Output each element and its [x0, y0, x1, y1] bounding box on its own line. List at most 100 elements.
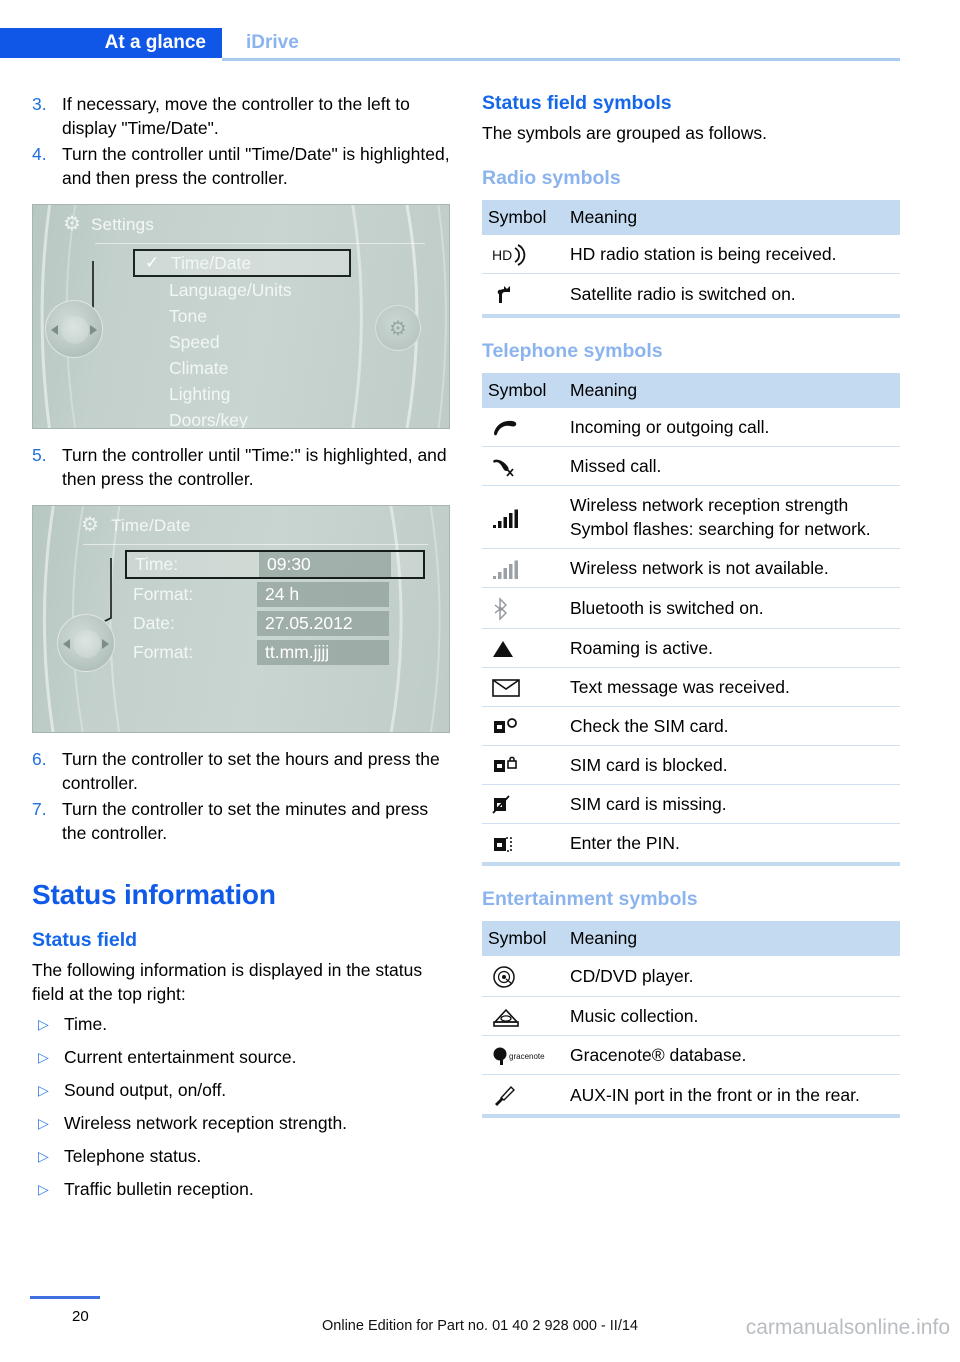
telephone-symbols-table: Symbol Meaning Incoming or outgoing call… [482, 372, 900, 867]
watermark: carmanualsonline.info [745, 1316, 950, 1339]
list-item: 7. Turn the controller to set the minute… [32, 797, 450, 845]
timedate-rows: Time: 09:30 Format: 24 h Date: 27.05.201… [125, 550, 425, 668]
gracenote-wordmark: gracenote [509, 1052, 545, 1061]
row-meaning: Music collection. [564, 996, 900, 1037]
row-meaning: Bluetooth is switched on. [564, 587, 900, 629]
table-row: SIM card is missing. [482, 784, 900, 824]
signal-bars-gray-icon-svg [493, 560, 518, 579]
row-meaning: CD/DVD player. [564, 956, 900, 997]
menu-item-label: Language/Units [169, 280, 292, 300]
figure-title-rule [83, 544, 428, 545]
chapter-tab: At a glance [0, 28, 222, 58]
status-field-intro: The following information is displayed i… [32, 960, 423, 1004]
list-item: ▷ Sound output, on/off. [32, 1078, 450, 1102]
list-item-label: Time. [64, 1014, 108, 1034]
missed-call-icon [482, 446, 564, 487]
signal-bars-gray-icon [482, 548, 564, 589]
bluetooth-icon-svg [494, 596, 507, 621]
sim-missing-icon [482, 784, 564, 824]
step-text: Turn the controller to set the hours and… [62, 749, 440, 793]
roaming-triangle-icon-svg [493, 640, 513, 657]
footer-rule [30, 1296, 100, 1299]
cd-dvd-icon [482, 956, 564, 997]
step-text: Turn the controller until "Time:" is hig… [62, 445, 447, 489]
triangle-bullet-icon: ▷ [38, 1082, 49, 1098]
table-row: Check the SIM card. [482, 706, 900, 746]
list-item: ▷ Traffic bulletin reception. [32, 1177, 450, 1201]
table-row: Roaming is active. [482, 628, 900, 668]
controller-knob-icon [57, 614, 115, 672]
knob-left-arrow-icon [51, 325, 58, 335]
row-value: 09:30 [259, 552, 391, 577]
list-item: 6. Turn the controller to set the hours … [32, 747, 450, 795]
list-item: ▷ Current entertainment source. [32, 1045, 450, 1069]
triangle-bullet-icon: ▷ [38, 1148, 49, 1164]
step-number: 4. [32, 144, 47, 164]
row-meaning: Text message was received. [564, 667, 900, 707]
sim-pin-icon [482, 823, 564, 867]
menu-item-label: Lighting [169, 384, 231, 404]
row-meaning: Enter the PIN. [564, 823, 900, 867]
signal-bars-icon-svg [493, 509, 518, 528]
settings-menu-list: ✓ Time/Date Language/Units Tone Speed Cl… [133, 249, 433, 428]
row-value: 24 h [257, 582, 389, 607]
list-item: 5. Turn the controller until "Time:" is … [32, 443, 450, 491]
list-item: 4. Turn the controller until "Time/Date"… [32, 142, 450, 190]
triangle-bullet-icon: ▷ [38, 1049, 49, 1065]
step-number: 6. [32, 749, 47, 769]
table-row: Wireless network reception strength Symb… [482, 485, 900, 550]
menu-item-climate: Climate [133, 355, 433, 381]
list-item-label: Sound output, on/off. [64, 1080, 227, 1100]
figure-title-rule [95, 243, 425, 244]
satellite-radio-icon-svg [497, 285, 510, 303]
table-row: Missed call. [482, 446, 900, 487]
table-header-row: Symbol Meaning [482, 921, 900, 957]
row-meaning: Missed call. [564, 446, 900, 487]
table-row: CD/DVD player. [482, 956, 900, 997]
sim-missing-icon-svg [492, 795, 510, 814]
table-row: Music collection. [482, 996, 900, 1037]
step-text: Turn the controller until "Time/Date" is… [62, 144, 450, 188]
row-label: Date: [133, 613, 175, 633]
column-header-meaning: Meaning [564, 372, 900, 408]
gracenote-icon: gracenote [482, 1035, 564, 1075]
gracenote-icon-svg: gracenote [493, 1047, 545, 1066]
music-collection-icon [482, 996, 564, 1037]
row-meaning: HD radio station is being received. [564, 235, 900, 275]
steps-list-bottom: 6. Turn the controller to set the hours … [32, 747, 450, 845]
list-item-label: Telephone status. [64, 1146, 202, 1166]
row-meaning: SIM card is blocked. [564, 745, 900, 785]
sim-blocked-icon-svg [494, 756, 517, 772]
row-meaning: Satellite radio is switched on. [564, 273, 900, 318]
step-number: 7. [32, 799, 47, 819]
column-header-symbol: Symbol [482, 200, 564, 235]
check-icon: ✓ [145, 253, 160, 272]
menu-item-doors-key: Doors/key [133, 407, 433, 428]
gear-icon: ⚙ [63, 213, 81, 235]
table-row: AUX-IN port in the front or in the rear. [482, 1074, 900, 1119]
entertainment-symbols-table: Symbol Meaning CD/DVD player. Music coll… [482, 921, 900, 1119]
menu-item-label: Climate [169, 358, 229, 378]
menu-item-label: Time/Date [171, 253, 252, 273]
entertainment-symbols-heading: Entertainment symbols [482, 888, 698, 911]
header-rule [222, 58, 900, 61]
step-text: If necessary, move the controller to the… [62, 94, 410, 138]
list-item-label: Current entertainment source. [64, 1047, 297, 1067]
list-item-label: Wireless network reception strength. [64, 1113, 348, 1133]
envelope-icon-svg [492, 679, 520, 697]
triangle-bullet-icon: ▷ [38, 1115, 49, 1131]
list-item: ▷ Time. [32, 1012, 450, 1036]
menu-item-label: Tone [169, 306, 207, 326]
table-row: SIM card is blocked. [482, 745, 900, 785]
table-row: gracenote Gracenote® database. [482, 1035, 900, 1075]
page-title: Status information [32, 879, 276, 910]
hd-radio-icon: HD [482, 235, 564, 275]
menu-item-lighting: Lighting [133, 381, 433, 407]
column-header-symbol: Symbol [482, 921, 564, 957]
row-label: Format: [133, 584, 194, 604]
row-meaning: Wireless network is not available. [564, 548, 900, 589]
list-item-label: Traffic bulletin reception. [64, 1179, 254, 1199]
hd-radio-icon-svg: HD [492, 244, 526, 267]
missed-call-icon-svg [493, 459, 514, 477]
menu-item-language-units: Language/Units [133, 277, 433, 303]
